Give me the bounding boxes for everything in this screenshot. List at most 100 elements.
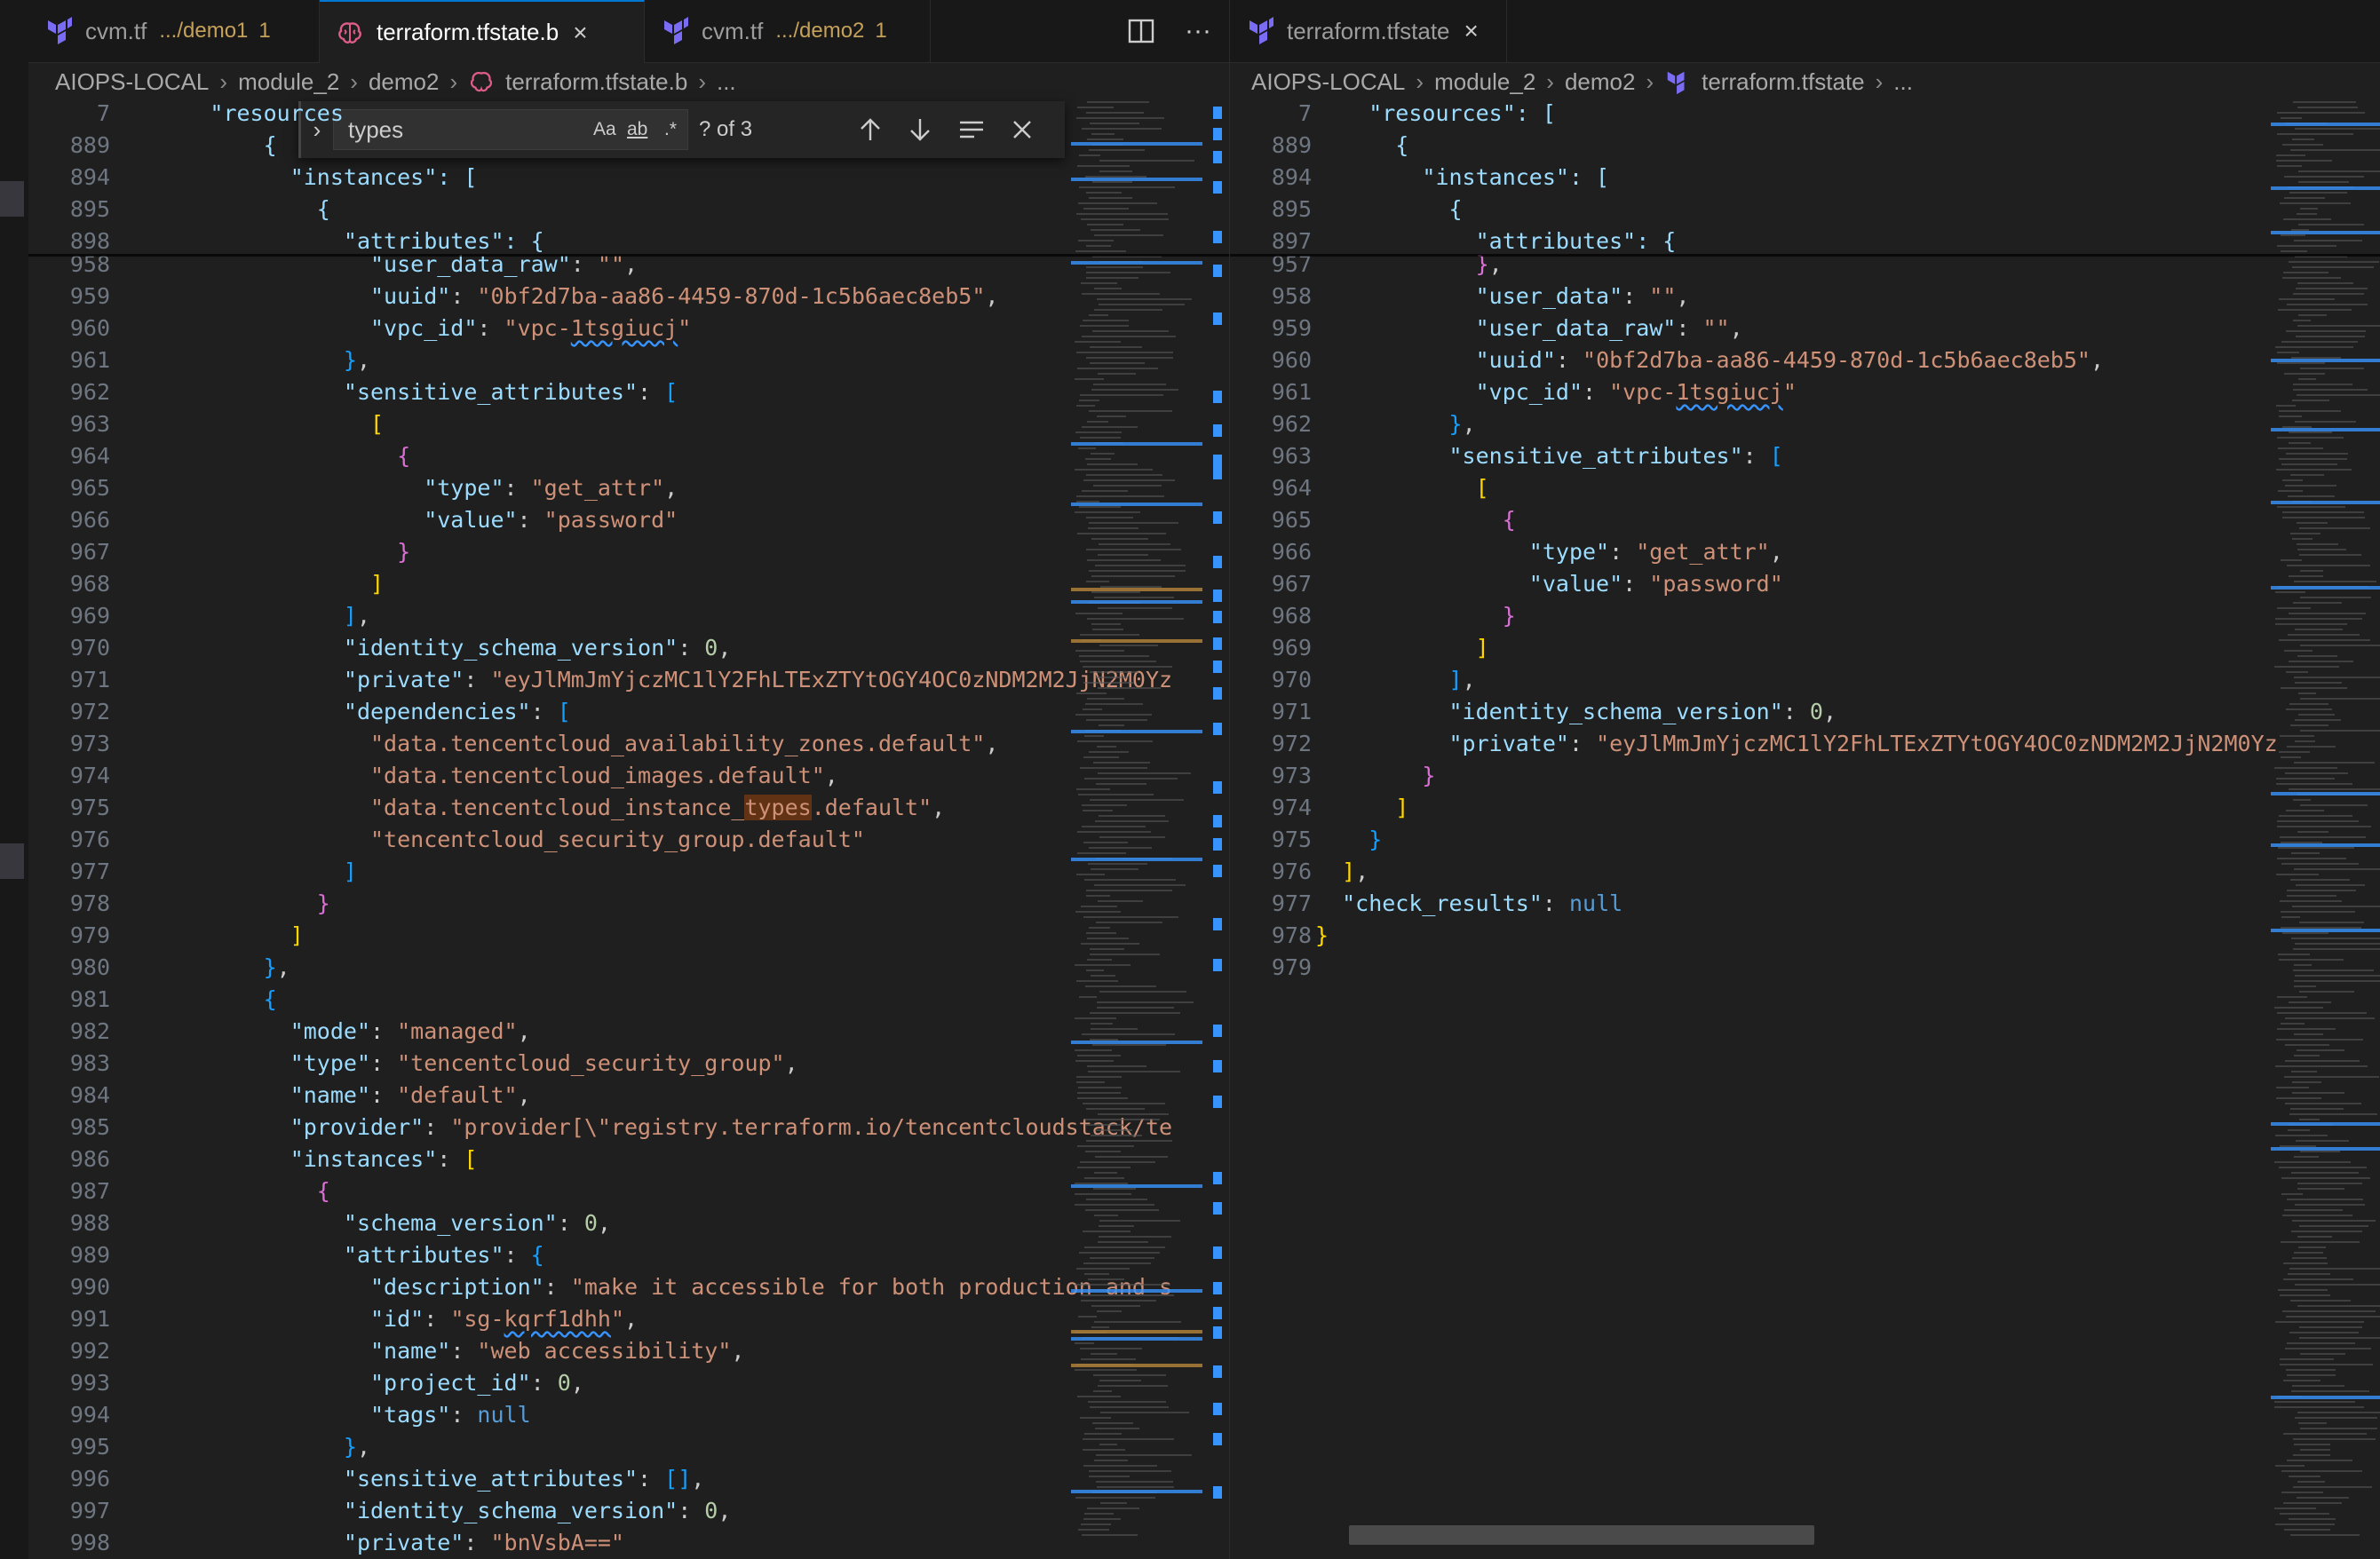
code-editor[interactable]: 7 "resources 889 {894 "instances": [895 {898 "… [28, 101, 1229, 1559]
breadcrumb-item[interactable]: ... [1893, 68, 1913, 96]
breadcrumb-item[interactable]: AIOPS-LOCAL [55, 68, 209, 96]
breadcrumb-item[interactable]: ... [717, 68, 736, 96]
code-line[interactable]: 971 "private": "eyJlMmJmYjczMC1lY2FhLTExZ… [28, 664, 1229, 696]
split-editor-icon[interactable] [1128, 19, 1154, 44]
code-line[interactable]: 987 { [28, 1175, 1229, 1207]
close-icon[interactable]: × [573, 19, 587, 47]
code-line[interactable]: 967 "value": "password" [1230, 568, 2380, 600]
code-line[interactable]: 970], [1230, 664, 2380, 696]
sticky-scroll-line[interactable]: 7 "resources": [ [1230, 101, 2380, 130]
code-line[interactable]: 994 "tags": null [28, 1399, 1229, 1431]
sticky-scroll-line[interactable]: 898 "attributes": { [28, 226, 1229, 257]
minimap[interactable] [1069, 101, 1211, 1559]
code-line[interactable]: 992 "name": "web accessibility", [28, 1335, 1229, 1367]
code-line[interactable]: 959 "user_data_raw": "", [1230, 313, 2380, 344]
sticky-scroll-line[interactable]: 889 { [28, 130, 1229, 162]
sticky-scroll-line[interactable]: 7 "resources [28, 101, 1229, 130]
code-text: } [1315, 922, 1329, 948]
code-line[interactable]: 982 "mode": "managed", [28, 1016, 1229, 1048]
horizontal-scrollbar[interactable] [1349, 1525, 1814, 1545]
more-actions-icon[interactable]: ··· [1185, 16, 1211, 46]
code-line[interactable]: 966 "type": "get_attr", [1230, 536, 2380, 568]
code-line[interactable]: 979] [28, 920, 1229, 952]
sticky-scroll-line[interactable]: 895 { [1230, 194, 2380, 226]
code-line[interactable]: 972 "dependencies": [ [28, 696, 1229, 728]
tab-cvm-demo1[interactable]: cvm.tf .../demo1 1 [28, 0, 320, 62]
code-line[interactable]: 967} [28, 536, 1229, 568]
code-line[interactable]: 961 "vpc_id": "vpc-1tsgiucj" [1230, 376, 2380, 408]
sticky-scroll-line[interactable]: 895 { [28, 194, 1229, 226]
code-line[interactable]: 972 "private": "eyJlMmJmYjczMC1lY2FhLTExZ… [1230, 728, 2380, 760]
breadcrumb-item[interactable]: module_2 [238, 68, 339, 96]
breadcrumb-item[interactable]: demo2 [1565, 68, 1636, 96]
code-line[interactable]: 976 "tencentcloud_security_group.default" [28, 824, 1229, 856]
code-line[interactable]: 995}, [28, 1431, 1229, 1463]
code-line[interactable]: 988 "schema_version": 0, [28, 1207, 1229, 1239]
code-line[interactable]: 970 "identity_schema_version": 0, [28, 632, 1229, 664]
sticky-scroll-line[interactable]: 889 { [1230, 130, 2380, 162]
code-line[interactable]: 978} [1230, 920, 2380, 952]
code-line[interactable]: 984 "name": "default", [28, 1080, 1229, 1112]
code-line[interactable]: 997 "identity_schema_version": 0, [28, 1495, 1229, 1527]
code-line[interactable]: 993 "project_id": 0, [28, 1367, 1229, 1399]
code-line[interactable]: 974 "data.tencentcloud_images.default", [28, 760, 1229, 792]
breadcrumb-item[interactable]: AIOPS-LOCAL [1251, 68, 1405, 96]
code-line[interactable]: 962 "sensitive_attributes": [ [28, 376, 1229, 408]
code-line[interactable]: 971 "identity_schema_version": 0, [1230, 696, 2380, 728]
code-line[interactable]: 979 [1230, 952, 2380, 984]
code-line[interactable]: 985 "provider": "provider[\"registry.terr… [28, 1112, 1229, 1144]
code-line[interactable]: 959 "uuid": "0bf2d7ba-aa86-4459-870d-1c5b… [28, 281, 1229, 313]
code-line[interactable]: 963 [ [28, 408, 1229, 440]
vertical-scrollbar[interactable] [1210, 101, 1229, 1559]
code-line[interactable]: 962}, [1230, 408, 2380, 440]
breadcrumb-item[interactable]: terraform.tfstate [1702, 68, 1865, 96]
minimap-line [1080, 394, 1163, 396]
close-icon[interactable]: × [1464, 17, 1479, 45]
code-line[interactable]: 958 "user_data": "", [1230, 281, 2380, 313]
code-line[interactable]: 964 [ [1230, 472, 2380, 504]
tab-cvm-demo2[interactable]: cvm.tf .../demo2 1 [645, 0, 931, 62]
code-line[interactable]: 996 "sensitive_attributes": [], [28, 1463, 1229, 1495]
sticky-scroll-line[interactable]: 894 "instances": [ [28, 162, 1229, 194]
breadcrumb-item[interactable]: demo2 [369, 68, 440, 96]
minimap-line [1098, 607, 1172, 609]
code-line[interactable]: 989 "attributes": { [28, 1239, 1229, 1271]
minimap[interactable] [2269, 101, 2380, 1559]
code-line[interactable]: 960 "vpc_id": "vpc-1tsgiucj" [28, 313, 1229, 344]
code-line[interactable]: 968] [28, 568, 1229, 600]
line-number: 971 [1271, 699, 1312, 724]
sticky-scroll-line[interactable]: 897 "attributes": { [1230, 226, 2380, 257]
tab-terraform-tfstate[interactable]: terraform.tfstate × [1230, 0, 1507, 62]
code-line[interactable]: 965 { [1230, 504, 2380, 536]
code-line[interactable]: 961}, [28, 344, 1229, 376]
code-line[interactable]: 968} [1230, 600, 2380, 632]
sticky-scroll-line[interactable]: 894 "instances": [ [1230, 162, 2380, 194]
code-line[interactable]: 977] [28, 856, 1229, 888]
code-line[interactable]: 975} [1230, 824, 2380, 856]
breadcrumb-item[interactable]: terraform.tfstate.b [505, 68, 687, 96]
code-line[interactable]: 974] [1230, 792, 2380, 824]
code-editor[interactable]: 7 "resources": [889 {894 "instances": [895 {… [1230, 101, 2380, 1559]
code-line[interactable]: 973} [1230, 760, 2380, 792]
code-line[interactable]: 990 "description": "make it accessible fo… [28, 1271, 1229, 1303]
code-line[interactable]: 969], [28, 600, 1229, 632]
code-line[interactable]: 991 "id": "sg-kqrf1dhh", [28, 1303, 1229, 1335]
code-line[interactable]: 986 "instances": [ [28, 1144, 1229, 1175]
code-line[interactable]: 977 "check_results": null [1230, 888, 2380, 920]
code-line[interactable]: 973 "data.tencentcloud_availability_zones… [28, 728, 1229, 760]
code-line[interactable]: 960 "uuid": "0bf2d7ba-aa86-4459-870d-1c5b… [1230, 344, 2380, 376]
code-line[interactable]: 978} [28, 888, 1229, 920]
code-line[interactable]: 963 "sensitive_attributes": [ [1230, 440, 2380, 472]
code-line[interactable]: 980}, [28, 952, 1229, 984]
breadcrumb-item[interactable]: module_2 [1434, 68, 1535, 96]
code-line[interactable]: 983 "type": "tencentcloud_security_group"… [28, 1048, 1229, 1080]
tab-terraform-tfstate-b[interactable]: terraform.tfstate.b × [320, 0, 645, 63]
code-line[interactable]: 964 { [28, 440, 1229, 472]
code-line[interactable]: 976], [1230, 856, 2380, 888]
code-line[interactable]: 969] [1230, 632, 2380, 664]
code-line[interactable]: 981 { [28, 984, 1229, 1016]
code-line[interactable]: 965 "type": "get_attr", [28, 472, 1229, 504]
code-line[interactable]: 998 "private": "bnVsbA==" [28, 1527, 1229, 1559]
code-line[interactable]: 975 "data.tencentcloud_instance_types.def… [28, 792, 1229, 824]
code-line[interactable]: 966 "value": "password" [28, 504, 1229, 536]
